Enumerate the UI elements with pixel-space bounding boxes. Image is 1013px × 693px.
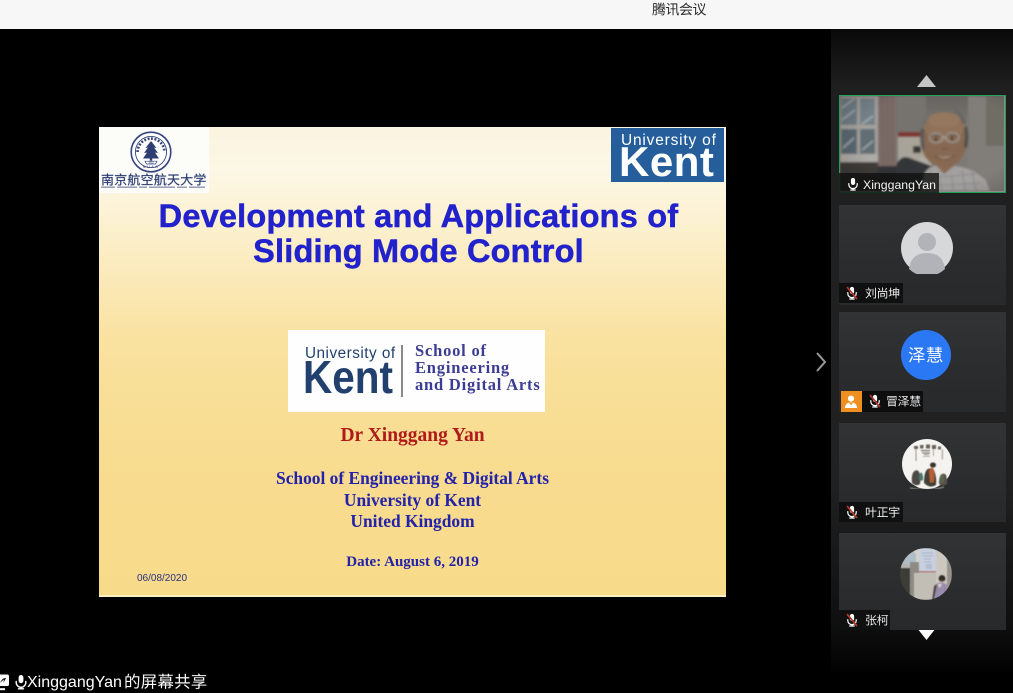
svg-text:NUAA: NUAA (143, 164, 160, 168)
